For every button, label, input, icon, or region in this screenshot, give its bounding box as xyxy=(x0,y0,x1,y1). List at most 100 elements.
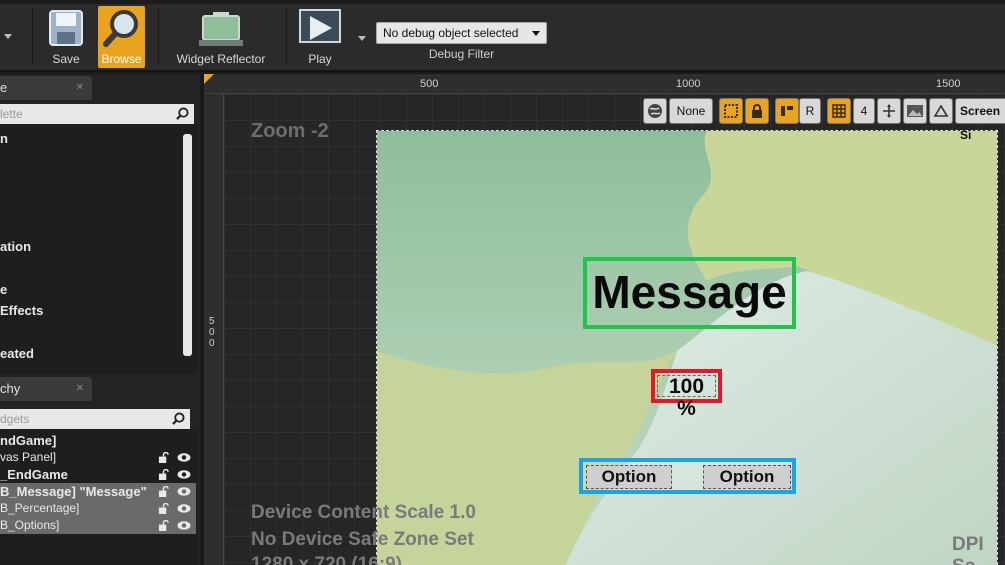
vertical-ruler: 5 0 0 xyxy=(204,94,224,565)
eye-icon[interactable] xyxy=(177,520,191,531)
ruler-tick-label: 500 xyxy=(420,78,439,90)
search-icon xyxy=(172,412,185,425)
chevron-down-icon xyxy=(532,31,540,36)
unlock-icon[interactable] xyxy=(158,486,169,497)
palette-category[interactable]: ation xyxy=(0,239,31,254)
hierarchy-tab-label: chy xyxy=(0,381,21,396)
toolbar-separator xyxy=(158,8,159,64)
browse-label: Browse xyxy=(101,52,142,66)
dpi-scale-text: DPI Sc xyxy=(952,534,984,565)
close-icon[interactable]: ✕ xyxy=(76,377,84,401)
browse-button[interactable]: Browse xyxy=(98,6,145,68)
close-icon[interactable]: ✕ xyxy=(76,76,84,100)
hierarchy-row-label: B_Options] xyxy=(0,518,60,532)
respect-locks-button[interactable] xyxy=(775,98,799,124)
globe-icon[interactable] xyxy=(643,98,667,124)
options-widget[interactable]: Option Option xyxy=(579,458,796,494)
debug-object-select-value: No debug object selected xyxy=(383,26,519,40)
hierarchy-search-input[interactable]: dgets xyxy=(0,409,190,429)
screen-size-select[interactable]: Screen Si xyxy=(955,98,1005,142)
fill-screen-button[interactable] xyxy=(877,98,901,124)
r-toggle-button[interactable]: R xyxy=(799,98,821,124)
main-toolbar: Save Browse Widget Reflector Play No deb… xyxy=(0,0,1005,72)
play-options-chevron-down-icon[interactable] xyxy=(358,36,366,41)
lock-icon xyxy=(752,104,762,118)
left-panels: e ✕ lette n ation e Effects eated chy ✕ … xyxy=(0,74,200,565)
toolbar-overflow-chevron-icon[interactable] xyxy=(4,34,12,39)
debug-object-select[interactable]: No debug object selected xyxy=(376,22,547,44)
hierarchy-row-label: vas Panel] xyxy=(0,450,57,464)
locale-preview-value: None xyxy=(676,104,706,118)
eye-icon[interactable] xyxy=(177,469,191,480)
option-button-left[interactable]: Option xyxy=(586,465,672,489)
save-label: Save xyxy=(52,52,80,66)
designer-grid[interactable]: Zoom -2 Message 100 % Option Option Devi… xyxy=(224,94,1005,565)
grid-icon xyxy=(832,104,846,118)
hierarchy-search-placeholder: dgets xyxy=(0,412,30,426)
hierarchy-row-label: _EndGame xyxy=(0,467,68,482)
ruler-corner-marker xyxy=(204,74,214,84)
outline-toggle-button[interactable] xyxy=(719,98,743,124)
layout-icon xyxy=(781,106,793,116)
play-icon xyxy=(299,9,341,43)
play-label: Play xyxy=(308,52,332,66)
hierarchy-row-label: ndGame] xyxy=(0,433,57,448)
option-button-right[interactable]: Option xyxy=(703,465,791,489)
hierarchy-tree: ndGame] vas Panel] _EndGame B_Message] "… xyxy=(0,429,198,565)
hierarchy-row[interactable]: _EndGame xyxy=(0,466,196,483)
search-icon xyxy=(176,107,189,120)
hierarchy-row[interactable]: B_Options] xyxy=(0,517,196,534)
play-button[interactable]: Play xyxy=(292,6,348,68)
grid-snap-toggle-button[interactable] xyxy=(827,98,851,124)
palette-list: n ation e Effects eated xyxy=(0,124,198,374)
message-text-widget[interactable]: Message xyxy=(583,257,796,329)
percentage-text-widget[interactable]: 100 % xyxy=(651,369,722,420)
message-text: Message xyxy=(592,266,787,318)
grid-snap-size-value: 4 xyxy=(860,104,868,118)
eye-icon[interactable] xyxy=(177,503,191,514)
grid-snap-size-select[interactable]: 4 xyxy=(853,98,875,124)
r-toggle-label: R xyxy=(805,104,815,118)
hierarchy-row[interactable]: B_Message] "Message" xyxy=(0,483,196,500)
background-image xyxy=(377,131,997,565)
hierarchy-row[interactable]: vas Panel] xyxy=(0,449,196,466)
unlock-icon[interactable] xyxy=(158,520,169,531)
toolbar-separator xyxy=(286,8,287,64)
toolbar-separator xyxy=(32,8,33,64)
debug-filter-label: Debug Filter xyxy=(428,47,495,61)
device-content-scale-text: Device Content Scale 1.0 xyxy=(251,502,476,523)
palette-category[interactable]: eated xyxy=(0,346,34,361)
widget-canvas[interactable]: Message 100 % Option Option xyxy=(376,130,998,565)
unlock-icon[interactable] xyxy=(158,503,169,514)
unlock-icon[interactable] xyxy=(158,452,169,463)
palette-category[interactable]: Effects xyxy=(0,303,43,318)
palette-search-placeholder: lette xyxy=(0,107,23,121)
outline-icon xyxy=(724,104,738,118)
background-toggle-button[interactable] xyxy=(903,98,927,124)
palette-category[interactable]: e xyxy=(0,282,7,297)
eye-icon[interactable] xyxy=(177,486,191,497)
lock-toggle-button[interactable] xyxy=(745,98,769,124)
unlock-icon[interactable] xyxy=(158,469,169,480)
percentage-text: 100 % xyxy=(657,375,716,420)
widget-reflector-icon xyxy=(199,12,243,46)
landscape-icon xyxy=(907,105,923,117)
hierarchy-row[interactable]: B_Percentage] xyxy=(0,500,196,517)
aspect-toggle-button[interactable] xyxy=(929,98,953,124)
zoom-level: Zoom -2 xyxy=(251,120,329,142)
editor-window: Save Browse Widget Reflector Play No deb… xyxy=(0,0,1005,565)
locale-preview-select[interactable]: None xyxy=(669,98,713,124)
widget-reflector-button[interactable]: Widget Reflector xyxy=(166,6,276,68)
magnifier-icon xyxy=(103,10,138,47)
palette-scrollbar[interactable] xyxy=(183,134,192,356)
hierarchy-row[interactable]: ndGame] xyxy=(0,432,196,449)
tab-palette[interactable]: e ✕ xyxy=(0,76,92,100)
horizontal-ruler: 500 1000 1500 xyxy=(204,74,1005,94)
save-button[interactable]: Save xyxy=(38,6,94,68)
eye-icon[interactable] xyxy=(177,452,191,463)
ruler-tick-label: 0 xyxy=(209,338,215,349)
tab-hierarchy[interactable]: chy ✕ xyxy=(0,377,92,401)
designer-viewport[interactable]: 500 1000 1500 5 0 0 Zoom -2 Message 100 … xyxy=(204,74,1005,565)
palette-search-input[interactable]: lette xyxy=(0,104,194,124)
palette-category[interactable]: n xyxy=(0,131,8,146)
